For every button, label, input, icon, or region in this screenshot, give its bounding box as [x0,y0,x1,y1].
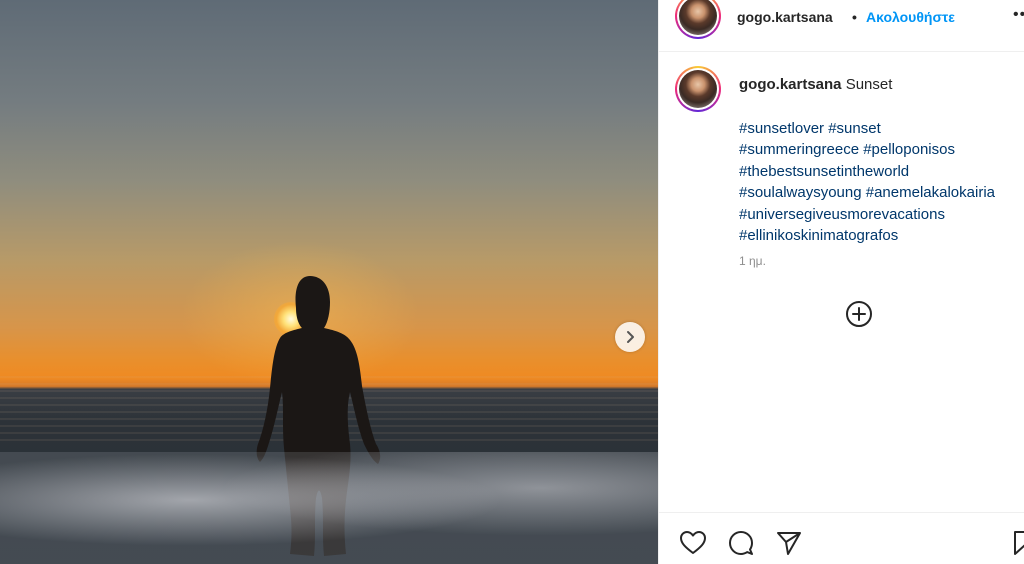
post-actions [659,512,1024,564]
share-button[interactable] [775,529,803,557]
bookmark-icon [1014,531,1024,555]
comment-button[interactable] [727,529,755,557]
hashtag-line[interactable]: #ellinikoskinimatografos [739,225,995,246]
post-photo[interactable] [0,0,658,564]
paper-plane-icon [777,532,801,555]
avatar-image [679,70,717,108]
hashtag-line[interactable]: #thebestsunsetintheworld [739,161,995,182]
post-side-panel: gogo.kartsana • Ακολουθήστε •• gogo.kart… [658,0,1024,564]
like-button[interactable] [679,529,707,557]
follow-button[interactable]: Ακολουθήστε [866,9,955,25]
avatar-image [679,0,717,35]
wave [0,452,658,564]
caption-text: Sunset [845,76,893,93]
chevron-right-icon [627,331,634,343]
next-photo-button[interactable] [615,322,645,352]
caption-username[interactable]: gogo.kartsana [739,76,842,93]
post-timestamp[interactable]: 1 ημ. [739,254,766,268]
avatar[interactable] [675,0,721,39]
comment-bubble-icon [729,531,753,555]
load-more-comments-button[interactable] [845,300,873,328]
caption-avatar[interactable] [675,66,721,112]
plus-circle-icon [846,301,872,327]
caption: gogo.kartsana Sunset [739,76,892,93]
hashtag-line[interactable]: #soulalwaysyoung #anemelakalokairia [739,182,995,203]
more-options-icon[interactable]: •• [1013,6,1024,24]
header-username[interactable]: gogo.kartsana [737,9,833,25]
hashtag-line[interactable]: #universegiveusmorevacations [739,204,995,225]
hashtags: #sunsetlover #sunset #summeringreece #pe… [739,118,995,246]
post-header: gogo.kartsana • Ακολουθήστε •• [659,0,1024,52]
hashtag-line[interactable]: #summeringreece #pelloponisos [739,139,995,160]
save-button[interactable] [1011,529,1024,557]
heart-icon [680,531,706,554]
separator-dot: • [852,9,857,25]
hashtag-line[interactable]: #sunsetlover #sunset [739,118,995,139]
